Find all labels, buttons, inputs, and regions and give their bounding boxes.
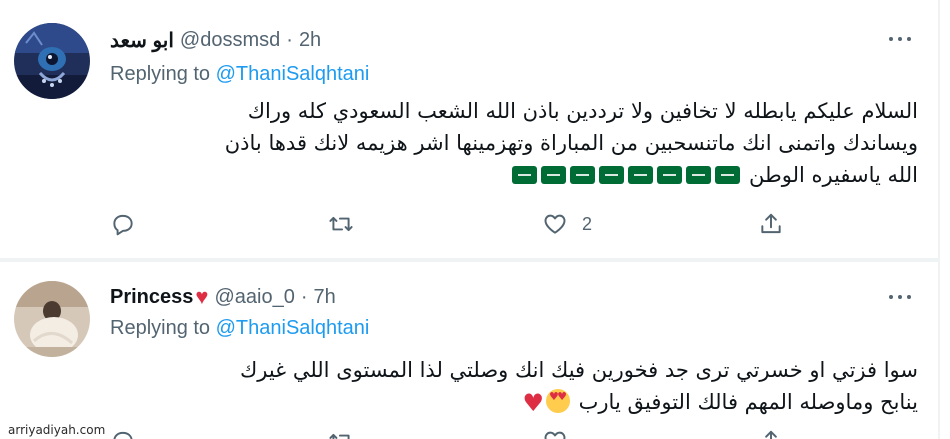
more-dot-icon	[898, 37, 902, 41]
heart-eyes-emoji-icon	[545, 389, 570, 413]
author-handle[interactable]: @aaio_0	[214, 286, 294, 309]
tweet-text-line: سوا فزتي او خسرتي ترى جد فخورين فيك انك …	[239, 358, 918, 382]
tweet-timestamp[interactable]: 7h	[314, 286, 336, 309]
reply-icon	[113, 431, 133, 439]
user-avatar[interactable]	[14, 281, 90, 357]
heart-icon	[544, 431, 566, 439]
replying-to-mention[interactable]: @ThaniSalqhtani	[216, 317, 370, 339]
reply-button[interactable]	[110, 209, 136, 239]
saudi-flag-emoji-icon	[686, 166, 712, 184]
tweet-text-line-with-emoji: ينابح وماوصله المهم فالك التوفيق يارب ♥	[110, 386, 918, 419]
more-dot-icon	[898, 295, 902, 299]
saudi-flag-emoji-icon	[599, 166, 625, 184]
saudi-flag-emoji-icon	[628, 166, 654, 184]
replying-to-label: Replying to	[110, 63, 211, 85]
author-name[interactable]: ابو سعد	[110, 28, 174, 53]
heart-icon	[544, 214, 566, 234]
tweet-reply-1[interactable]: ابو سعد @dossmsd · 2h Replying to @Thani…	[0, 0, 940, 258]
retweet-button[interactable]	[328, 209, 354, 239]
tweet-reply-2[interactable]: Princess ♥ @aaio_0 · 7h Replying to @Tha…	[0, 262, 940, 439]
share-button[interactable]	[758, 426, 784, 439]
tweet-actions	[110, 426, 810, 439]
saudi-flag-emoji-icon	[512, 166, 538, 184]
reply-icon	[113, 214, 133, 236]
tweet-text: السلام عليكم يابطله لا تخافين ولا ترددين…	[110, 95, 918, 191]
more-options-button[interactable]	[884, 287, 916, 307]
saudi-flag-emoji-icon	[715, 166, 741, 184]
replying-to-line: Replying to @ThaniSalqhtani	[110, 63, 369, 86]
author-name[interactable]: Princess	[110, 286, 193, 309]
tweet-text-line: السلام عليكم يابطله لا تخافين ولا ترددين…	[247, 99, 918, 123]
share-button[interactable]	[758, 209, 784, 239]
red-heart-emoji-icon: ♥	[522, 389, 544, 417]
site-watermark: arriyadiyah.com	[6, 423, 108, 437]
header-separator: ·	[300, 285, 308, 308]
timeline-border	[938, 0, 940, 439]
replying-to-label: Replying to	[110, 317, 211, 339]
header-separator: ·	[286, 28, 293, 51]
more-dot-icon	[889, 37, 893, 41]
saudi-flag-emoji-icon	[541, 166, 567, 184]
tweet-actions: 2	[110, 209, 810, 239]
author-handle[interactable]: @dossmsd	[180, 29, 280, 52]
avatar-image-icon	[14, 281, 90, 357]
replying-to-mention[interactable]: @ThaniSalqhtani	[216, 63, 370, 85]
tweet-timestamp[interactable]: 2h	[299, 29, 321, 52]
reply-button[interactable]	[110, 426, 136, 439]
more-dot-icon	[907, 37, 911, 41]
avatar-image-icon	[14, 23, 90, 99]
retweet-icon	[329, 433, 350, 439]
retweet-button[interactable]	[328, 426, 354, 439]
more-dot-icon	[889, 295, 893, 299]
saudi-flag-emoji-icon	[657, 166, 683, 184]
like-button[interactable]: 2	[542, 209, 592, 239]
more-options-button[interactable]	[884, 29, 916, 49]
like-button[interactable]	[542, 426, 568, 439]
saudi-flag-emoji-icon	[570, 166, 596, 184]
replying-to-line: Replying to @ThaniSalqhtani	[110, 317, 369, 340]
like-count: 2	[582, 213, 593, 234]
tweet-header: Princess ♥ @aaio_0 · 7h	[110, 284, 336, 309]
tweet-text-line-with-emoji: الله ياسفيره الوطن	[110, 159, 918, 191]
tweet-text: سوا فزتي او خسرتي ترى جد فخورين فيك انك …	[110, 354, 918, 419]
tweet-text-line: ويساندك واتمنى انك ماتنسحبين من المباراة…	[224, 131, 918, 155]
retweet-icon	[329, 216, 353, 232]
share-icon	[761, 213, 781, 234]
tweet-text-fragment: ينابح وماوصله المهم فالك التوفيق يارب	[578, 390, 918, 414]
tweet-header: ابو سعد @dossmsd · 2h	[110, 28, 321, 52]
more-dot-icon	[907, 295, 911, 299]
red-heart-icon: ♥	[195, 284, 209, 309]
tweet-text-fragment: الله ياسفيره الوطن	[749, 163, 918, 187]
user-avatar[interactable]	[14, 23, 90, 99]
share-icon	[765, 430, 777, 439]
